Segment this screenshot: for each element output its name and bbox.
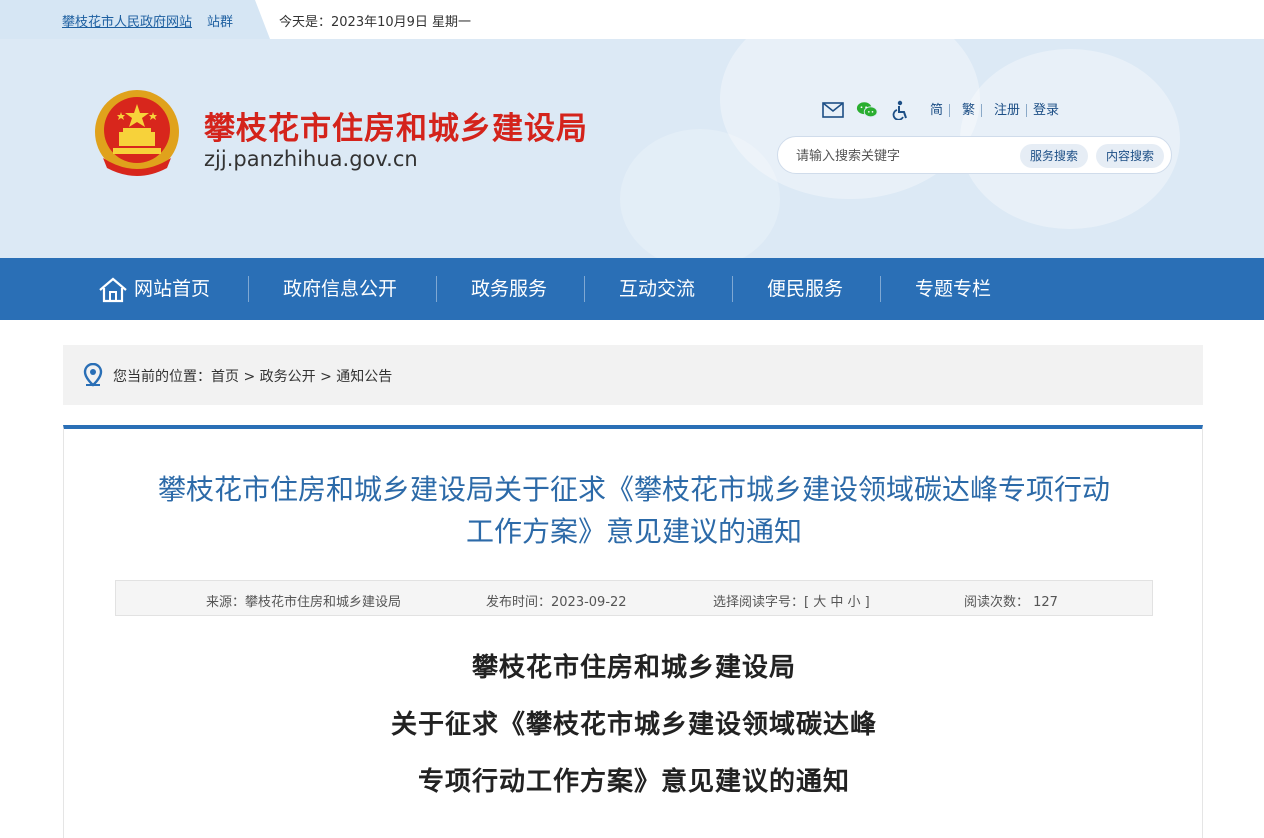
login-link[interactable]: 登录 — [1027, 104, 1065, 117]
traditional-chinese-link[interactable]: 繁 — [956, 103, 983, 117]
article-title-line: 工作方案》意见建议的通知 — [465, 515, 802, 548]
breadcrumb-separator: > — [243, 369, 256, 385]
site-domain: zjj.panzhihua.gov.cn — [204, 147, 418, 171]
current-date: 今天是：2023年10月9日 星期一 — [279, 15, 472, 30]
article-panel: 攀枝花市住房和城乡建设局关于征求《攀枝花市城乡建设领域碳达峰专项行动 工作方案》… — [63, 425, 1203, 838]
main-nav: 网站首页 政府信息公开 政务服务 互动交流 便民服务 专题专栏 — [0, 258, 1264, 320]
nav-separator — [732, 276, 733, 302]
document-heading-line: 专项行动工作方案》意见建议的通知 — [417, 767, 850, 797]
nav-item-interaction[interactable]: 互动交流 — [619, 258, 695, 320]
home-icon[interactable] — [98, 277, 128, 303]
gov-site-link[interactable]: 攀枝花市人民政府网站 — [62, 11, 192, 30]
nav-item-gov-info[interactable]: 政府信息公开 — [283, 258, 397, 320]
article-source: 来源：攀枝花市住房和城乡建设局 — [206, 595, 402, 610]
article-meta-bar: 来源：攀枝花市住房和城乡建设局 发布时间：2023-09-22 选择阅读字号：[… — [115, 580, 1153, 616]
breadcrumb: 您当前的位置：首页 > 政务公开 > 通知公告 — [63, 345, 1203, 405]
nav-separator — [584, 276, 585, 302]
mail-icon[interactable] — [822, 100, 844, 120]
top-bar: 攀枝花市人民政府网站 站群 今天是：2023年10月9日 星期一 — [0, 0, 1264, 39]
nav-item-special-topics[interactable]: 专题专栏 — [915, 258, 991, 320]
site-header: 攀枝花市住房和城乡建设局 zjj.panzhihua.gov.cn 简 繁 注册… — [0, 39, 1264, 258]
article-title: 攀枝花市住房和城乡建设局关于征求《攀枝花市城乡建设领域碳达峰专项行动 工作方案》… — [104, 469, 1164, 553]
header-tools: 简 繁 注册 登录 — [822, 100, 1065, 120]
decorative-flower — [620, 129, 780, 258]
font-size-selector[interactable]: 选择阅读字号：[ 大 中 小 ] — [713, 591, 870, 610]
article-title-line: 攀枝花市住房和城乡建设局关于征求《攀枝花市城乡建设领域碳达峰专项行动 — [157, 473, 1110, 506]
simplified-chinese-link[interactable]: 简 — [924, 103, 951, 117]
accessibility-icon[interactable] — [890, 100, 912, 120]
breadcrumb-home[interactable]: 首页 — [211, 369, 239, 385]
location-pin-icon — [83, 363, 103, 387]
breadcrumb-prefix: 您当前的位置： — [113, 369, 211, 385]
document-heading-line: 攀枝花市住房和城乡建设局 — [471, 653, 796, 683]
search-box: 服务搜索 内容搜索 — [777, 136, 1172, 174]
breadcrumb-notices[interactable]: 通知公告 — [336, 369, 392, 385]
document-heading-line: 关于征求《攀枝花市城乡建设领域碳达峰 — [390, 710, 877, 740]
breadcrumb-trail: 您当前的位置：首页 > 政务公开 > 通知公告 — [113, 366, 392, 386]
content-search-button[interactable]: 内容搜索 — [1096, 144, 1165, 168]
site-title: 攀枝花市住房和城乡建设局 — [204, 111, 588, 147]
search-input[interactable] — [796, 146, 1016, 166]
register-link[interactable]: 注册 — [988, 103, 1028, 117]
nav-separator — [248, 276, 249, 302]
national-emblem-icon — [95, 90, 179, 176]
nav-item-gov-service[interactable]: 政务服务 — [471, 258, 547, 320]
breadcrumb-separator: > — [320, 369, 332, 385]
station-group-link[interactable]: 站群 — [207, 11, 233, 30]
nav-item-public-service[interactable]: 便民服务 — [767, 258, 843, 320]
nav-separator — [436, 276, 437, 302]
service-search-button[interactable]: 服务搜索 — [1020, 144, 1089, 168]
wechat-icon[interactable] — [856, 100, 878, 120]
article-publish-time: 发布时间：2023-09-22 — [486, 595, 627, 610]
nav-separator — [880, 276, 881, 302]
nav-item-home[interactable]: 网站首页 — [134, 258, 210, 320]
article-read-count: 阅读次数： 127 — [964, 595, 1058, 610]
breadcrumb-gov-affairs[interactable]: 政务公开 — [260, 369, 316, 385]
